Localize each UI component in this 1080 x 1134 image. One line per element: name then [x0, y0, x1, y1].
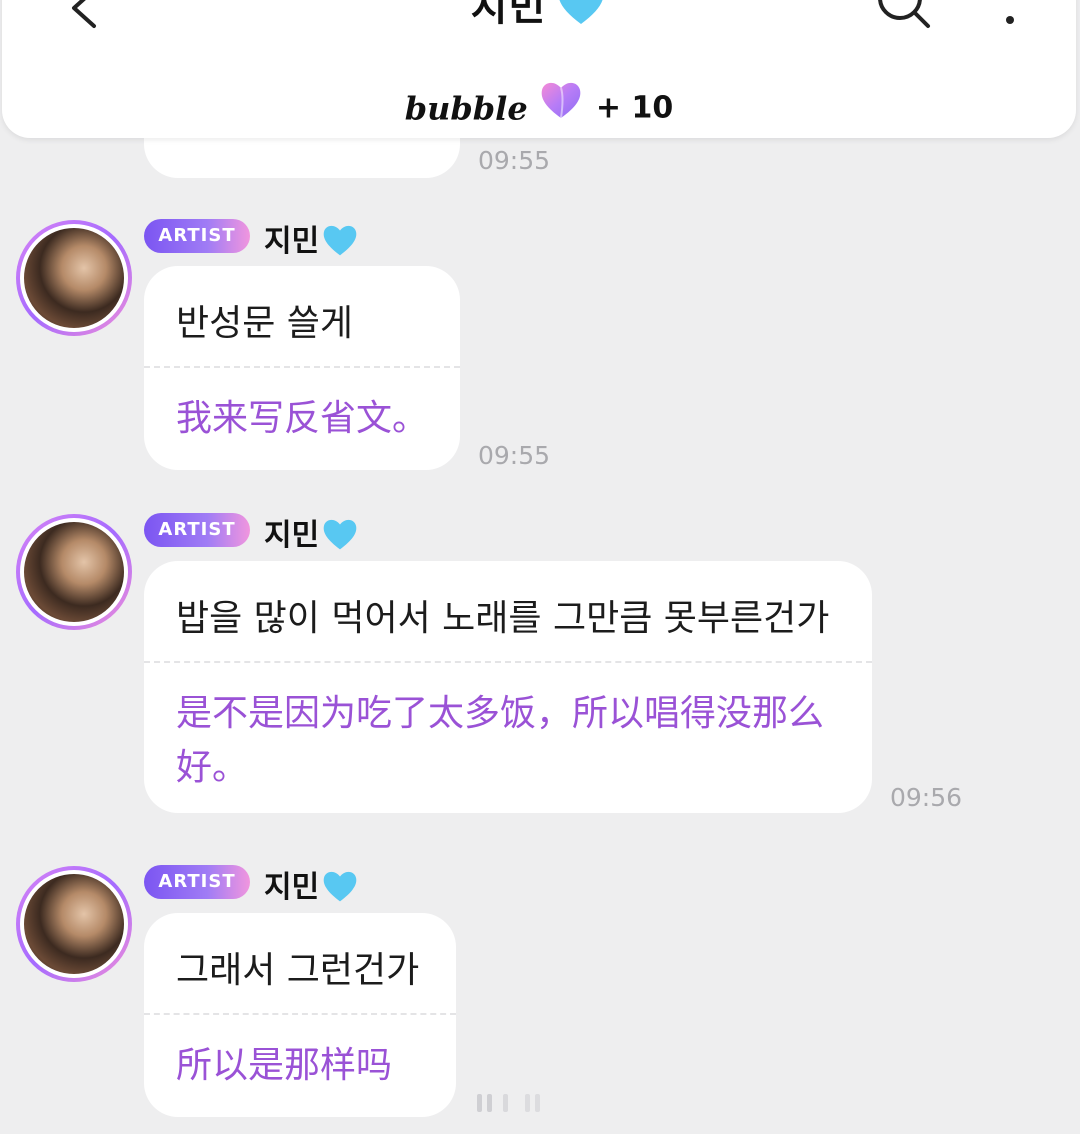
bubble-count: + 10 — [595, 90, 674, 126]
sender-name: 지민 — [264, 862, 359, 911]
artist-badge: ARTIST — [144, 513, 250, 547]
message-text: 밥을 많이 먹어서 노래를 그만큼 못부른건가 — [176, 598, 830, 639]
avatar[interactable] — [16, 514, 132, 630]
avatar[interactable] — [16, 220, 132, 336]
avatar-photo — [20, 224, 128, 332]
avatar-photo — [20, 870, 128, 978]
bubble-status: bubble + 10 — [2, 80, 1076, 128]
more-options-button[interactable] — [992, 0, 1028, 38]
search-button[interactable] — [872, 0, 934, 38]
sender-name: 지민 — [264, 216, 359, 265]
message-text: 반성문 쓸게 — [176, 303, 354, 344]
bubble-logo: bubble — [404, 89, 528, 128]
more-dots-icon — [1006, 16, 1014, 24]
light-blue-heart-icon — [321, 223, 359, 265]
translation-divider — [144, 1013, 456, 1015]
message-translation: 我来写反省文。 — [176, 398, 429, 439]
message-bubble[interactable]: 밥을 많이 먹어서 노래를 그만큼 못부른건가 是不是因为吃了太多饭，所以唱得没… — [144, 561, 872, 813]
avatar[interactable] — [16, 866, 132, 982]
search-icon — [878, 0, 930, 28]
light-blue-heart-icon — [555, 0, 607, 46]
sender-name: 지민 — [264, 510, 359, 559]
chat-header: 지민 bubble + 10 — [2, 0, 1076, 138]
message-translation: 所以是那样吗 — [176, 1045, 393, 1086]
sender-name-text: 지민 — [264, 518, 320, 553]
bubble-heart-icon — [539, 80, 583, 137]
artist-badge: ARTIST — [144, 219, 250, 253]
message-translation: 是不是因为吃了太多饭，所以唱得没那么好。 — [176, 693, 825, 788]
message-time: 09:55 — [478, 146, 551, 175]
translation-divider — [144, 661, 872, 663]
message-time: 09:56 — [890, 783, 963, 812]
artist-badge: ARTIST — [144, 865, 250, 899]
sender-name-text: 지민 — [264, 870, 320, 905]
avatar-photo — [20, 518, 128, 626]
typing-indicator — [475, 1090, 545, 1118]
message-bubble[interactable]: 반성문 쓸게 我来写反省文。 — [144, 266, 460, 470]
chat-title-text: 지민 — [470, 0, 547, 30]
typing-bars-icon — [477, 1094, 540, 1112]
message-time: 09:55 — [478, 441, 551, 470]
chat-screen: 지민 bubble + 10 09:55 ARTIST 지민 반성문 쓸게 我来… — [0, 0, 1080, 1134]
light-blue-heart-icon — [321, 517, 359, 559]
message-bubble[interactable]: 그래서 그런건가 所以是那样吗 — [144, 913, 456, 1117]
message-text: 그래서 그런건가 — [176, 950, 420, 991]
light-blue-heart-icon — [321, 869, 359, 911]
translation-divider — [144, 366, 460, 368]
sender-name-text: 지민 — [264, 224, 320, 259]
